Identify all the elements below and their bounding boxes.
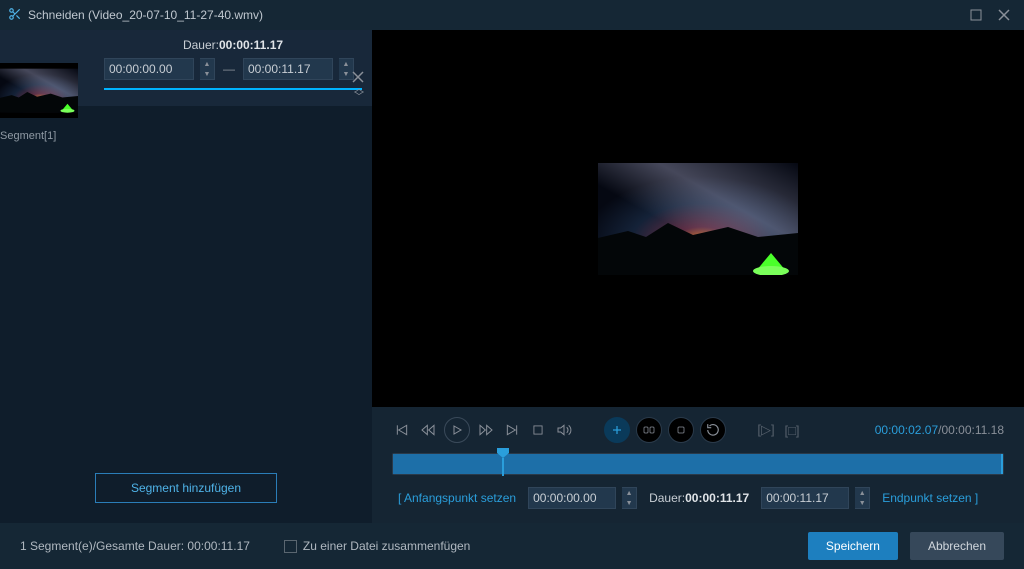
segment-label: Segment[1] — [0, 130, 56, 142]
volume-button[interactable] — [554, 420, 574, 440]
reorder-buttons[interactable]: ︿﹀ — [354, 86, 364, 102]
segment-start-stepper[interactable]: ▲▼ — [200, 58, 215, 80]
set-start-button[interactable]: [ Anfangspunkt setzen — [392, 488, 522, 508]
merge-checkbox[interactable]: Zu einer Datei zusammenfügen — [284, 539, 470, 553]
footer: 1 Segment(e)/Gesamte Dauer: 00:00:11.17 … — [0, 523, 1024, 569]
frame-back-icon[interactable] — [418, 420, 438, 440]
segment-progress — [104, 88, 362, 90]
timecode: 00:00:02.07/00:00:11.18 — [875, 423, 1004, 437]
merge-label: Zu einer Datei zusammenfügen — [303, 539, 470, 553]
add-segment-button[interactable]: Segment hinzufügen — [95, 473, 277, 503]
save-button[interactable]: Speichern — [808, 532, 898, 560]
segment-duration: Dauer:00:00:11.17 — [104, 38, 362, 52]
close-button[interactable] — [992, 3, 1016, 27]
start-time-stepper[interactable]: ▲▼ — [622, 487, 637, 509]
scissors-icon — [8, 7, 22, 24]
timeline-selection[interactable] — [393, 454, 1003, 474]
skip-start-icon[interactable] — [392, 420, 412, 440]
segment-thumbnail — [0, 63, 78, 118]
set-out-icon[interactable]: [□] — [782, 420, 802, 440]
skip-end-icon[interactable] — [502, 420, 522, 440]
set-in-icon[interactable]: [▷] — [756, 420, 776, 440]
play-button[interactable] — [444, 417, 470, 443]
cancel-button[interactable]: Abbrechen — [910, 532, 1004, 560]
titlebar: Schneiden (Video_20-07-10_11-27-40.wmv) — [0, 0, 1024, 30]
delete-button[interactable] — [668, 417, 694, 443]
duration-display: Dauer:00:00:11.17 — [643, 491, 755, 505]
frame-forward-icon[interactable] — [476, 420, 496, 440]
status-text: 1 Segment(e)/Gesamte Dauer: 00:00:11.17 — [20, 539, 250, 553]
start-time-input[interactable]: 00:00:00.00 — [528, 487, 616, 509]
checkbox-box — [284, 540, 297, 553]
maximize-button[interactable] — [964, 3, 988, 27]
end-time-input[interactable]: 00:00:11.17 — [761, 487, 849, 509]
end-time-stepper[interactable]: ▲▼ — [855, 487, 870, 509]
stop-button[interactable] — [528, 420, 548, 440]
segments-sidebar: Segment[1] Dauer:00:00:11.17 00:00:00.00… — [0, 30, 372, 523]
set-end-button[interactable]: Endpunkt setzen ] — [876, 488, 984, 508]
split-button[interactable] — [636, 417, 662, 443]
segment-item[interactable]: Segment[1] Dauer:00:00:11.17 00:00:00.00… — [0, 30, 372, 106]
preview-area: [▷] [□] 00:00:02.07/00:00:11.18 [ Anfang… — [372, 30, 1024, 523]
window-title: Schneiden (Video_20-07-10_11-27-40.wmv) — [28, 8, 960, 22]
playback-bar: [▷] [□] 00:00:02.07/00:00:11.18 [ Anfang… — [372, 407, 1024, 523]
segment-end-input[interactable]: 00:00:11.17 — [243, 58, 333, 80]
undo-button[interactable] — [700, 417, 726, 443]
playhead[interactable] — [497, 448, 509, 476]
segment-start-input[interactable]: 00:00:00.00 — [104, 58, 194, 80]
video-canvas[interactable] — [372, 30, 1024, 407]
timeline[interactable] — [392, 453, 1004, 475]
add-marker-button[interactable] — [604, 417, 630, 443]
